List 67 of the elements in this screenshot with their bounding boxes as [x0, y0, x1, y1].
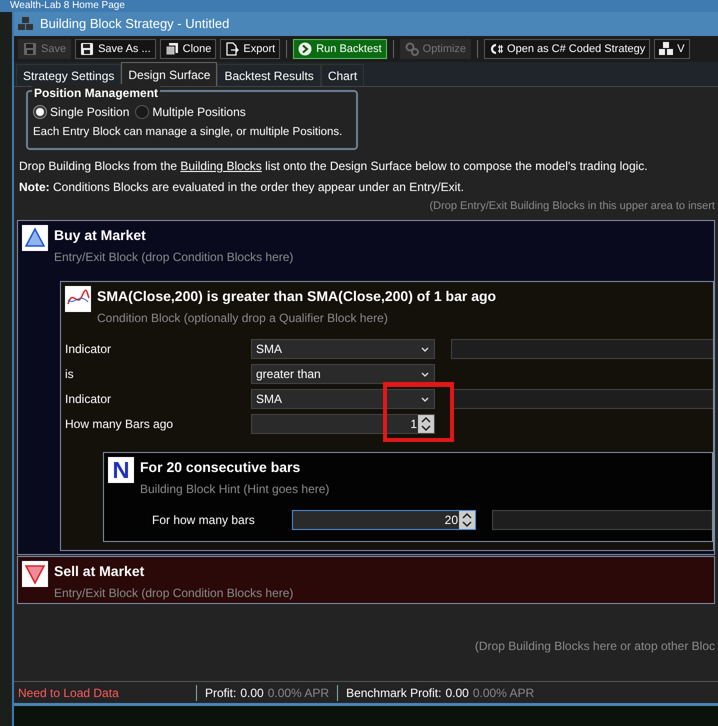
block-subtitle: Entry/Exit Block (drop Condition Blocks here)	[54, 249, 294, 266]
tab[interactable]: Design Surface	[121, 62, 218, 86]
param-label: Indicator	[65, 391, 112, 408]
copy-icon	[164, 42, 179, 56]
input-field[interactable]	[451, 389, 713, 409]
input-field[interactable]	[451, 339, 713, 359]
floppy-icon	[23, 42, 37, 56]
play-icon	[298, 42, 312, 56]
gears-icon	[404, 42, 419, 56]
toolbar-button[interactable]: V	[654, 39, 690, 59]
drop-hint: (Drop Entry/Exit Building Blocks in this upper area to insert	[429, 199, 715, 214]
blocks-icon	[659, 42, 674, 56]
status-value: 0.00	[240, 684, 264, 702]
toolbar-button[interactable]: Save As ...	[75, 39, 156, 59]
letter-icon	[108, 457, 134, 483]
input-field[interactable]	[492, 510, 712, 530]
window-title: Building Block Strategy - Untitled	[40, 15, 230, 34]
export-icon	[225, 42, 240, 56]
group-title: Position Management	[32, 84, 160, 102]
number-field[interactable]: 20	[292, 510, 476, 530]
floppy-icon	[80, 42, 94, 56]
instruction-text: Drop Building Blocks from the Building Blocks list onto the Design Surface below to compose the model's trading logic.	[18, 158, 649, 175]
param-label: Indicator	[65, 341, 112, 358]
radio-label[interactable]: Single Position	[50, 103, 130, 121]
param-label: is	[65, 366, 75, 383]
tab[interactable]: Backtest Results	[217, 64, 321, 86]
block-title: Sell at Market	[54, 562, 146, 581]
chevron-icon	[421, 346, 429, 352]
spinner-arrows-icon[interactable]	[459, 511, 475, 529]
radio-label[interactable]: Multiple Positions	[152, 103, 246, 121]
csharp-icon	[489, 42, 504, 56]
position-note: Each Entry Block can manage a single, or multiple Positions.	[33, 125, 344, 140]
status-label: Profit:	[205, 684, 236, 702]
param-label: How many Bars ago	[65, 416, 174, 433]
blocks-icon	[18, 17, 34, 31]
radio-button[interactable]	[33, 105, 47, 119]
dropdown[interactable]: SMA	[251, 339, 435, 359]
tab[interactable]: Chart	[320, 64, 364, 86]
run-button[interactable]: Run Backtest	[293, 39, 387, 59]
chevron-icon	[421, 372, 429, 376]
toolbar-button[interactable]: Export	[220, 39, 280, 59]
chevron-icon	[421, 396, 429, 402]
block-subtitle: Condition Block (optionally drop a Qualifier Block here)	[97, 310, 389, 327]
status-value: 0.00	[445, 684, 469, 702]
window-title: Wealth-Lab 8 Home Page	[10, 0, 125, 12]
block-title: Buy at Market	[54, 226, 147, 245]
block-subtitle: Entry/Exit Block (drop Condition Blocks here)	[54, 585, 294, 602]
status-label: Benchmark Profit:	[346, 684, 442, 702]
note-text: Note: Conditions Blocks are evaluated in the order they appear under an Entry/Exit.	[18, 179, 465, 196]
status-value: 0.00% APR	[472, 684, 534, 702]
param-label: For how many bars	[152, 512, 256, 529]
toolbar-button[interactable]: Open as C# Coded Strategy	[484, 39, 650, 59]
tab[interactable]: Strategy Settings	[16, 64, 122, 86]
dropdown[interactable]: SMA	[251, 389, 435, 409]
block-title: SMA(Close,200) is greater than SMA(Close,200) of 1 bar ago	[97, 287, 496, 306]
block-subtitle: Building Block Hint (Hint goes here)	[140, 481, 330, 498]
number-field[interactable]: 1	[251, 414, 435, 434]
drop-hint: (Drop Building Blocks here or atop other Bloc	[474, 638, 715, 655]
toolbar-button[interactable]: Clone	[160, 39, 216, 59]
block-title: For 20 consecutive bars	[140, 458, 302, 477]
status-value: 0.00% APR	[268, 684, 330, 702]
dropdown[interactable]: greater than	[251, 364, 435, 384]
status-text: Need to Load Data	[18, 684, 120, 702]
link[interactable]: Building Blocks	[180, 159, 262, 173]
highlight-frame	[383, 382, 454, 442]
spinner-arrows-icon[interactable]	[418, 415, 434, 433]
radio-button[interactable]	[135, 105, 150, 119]
